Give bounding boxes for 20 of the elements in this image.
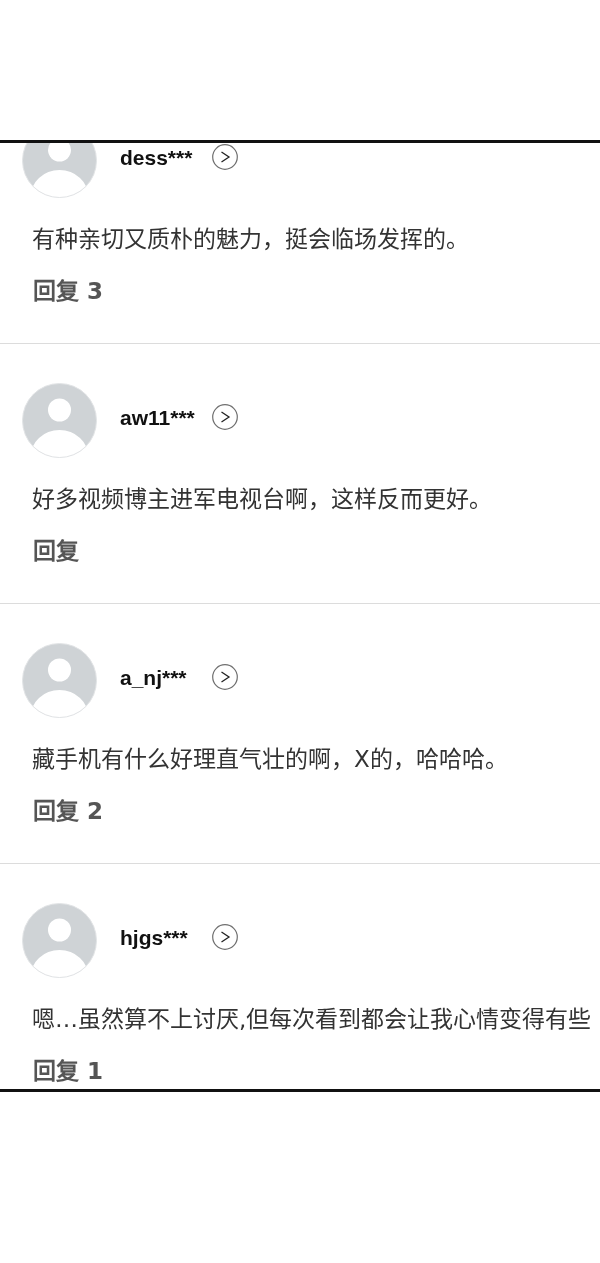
chevron-right-circle-icon[interactable] [212, 924, 238, 950]
reply-link[interactable]: 回复 [33, 537, 79, 565]
avatar-icon [22, 383, 97, 458]
comment-text: 好多视频博主进军电视台啊，这样反而更好。 [32, 485, 492, 514]
username[interactable]: dess*** [120, 146, 193, 170]
reply-link[interactable]: 回复 3 [33, 277, 103, 305]
comment-text: 嗯…虽然算不上讨厌,但每次看到都会让我心情变得有些 [32, 1005, 592, 1034]
chevron-right-circle-icon[interactable] [212, 664, 238, 690]
avatar-icon [22, 643, 97, 718]
username[interactable]: aw11*** [120, 406, 195, 430]
comment-text: 藏手机有什么好理直气壮的啊，X的，哈哈哈。 [32, 745, 508, 774]
username[interactable]: a_nj*** [120, 666, 187, 690]
reply-link[interactable]: 回复 2 [33, 797, 103, 825]
chevron-right-circle-icon[interactable] [212, 144, 238, 170]
username[interactable]: hjgs*** [120, 926, 188, 950]
reply-link[interactable]: 回复 1 [33, 1057, 103, 1085]
avatar-icon [22, 143, 97, 198]
avatar-icon [22, 903, 97, 978]
comment-text: 有种亲切又质朴的魅力，挺会临场发挥的。 [32, 225, 469, 254]
chevron-right-circle-icon[interactable] [212, 404, 238, 430]
